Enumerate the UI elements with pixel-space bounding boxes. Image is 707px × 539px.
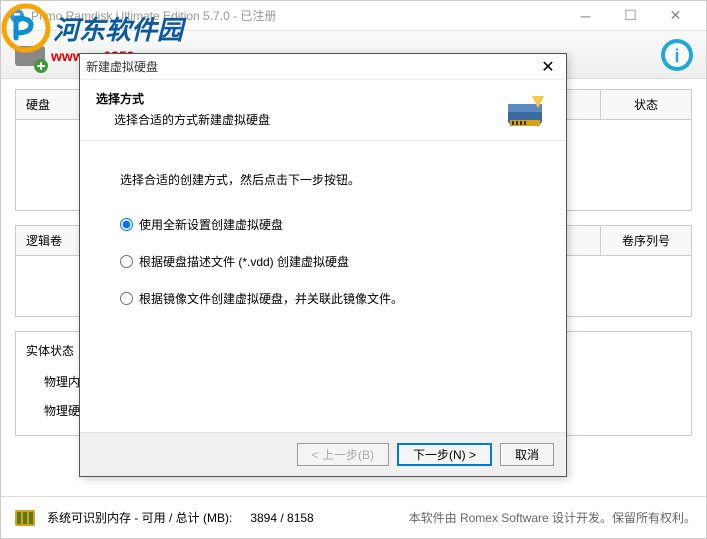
dialog-body: 选择合适的创建方式，然后点击下一步按钮。 使用全新设置创建虚拟硬盘 根据硬盘描述… [80,140,566,432]
close-button[interactable]: ✕ [653,2,698,30]
radio-option-2[interactable]: 根据硬盘描述文件 (*.vdd) 创建虚拟硬盘 [120,253,526,270]
radio-option-1[interactable]: 使用全新设置创建虚拟硬盘 [120,216,526,233]
radio-input-1[interactable] [120,218,133,231]
radio-label-3: 根据镜像文件创建虚拟硬盘，并关联此镜像文件。 [139,290,403,307]
dialog-title: 新建虚拟硬盘 [86,58,536,75]
next-button[interactable]: 下一步(N) > [397,443,492,466]
radio-option-3[interactable]: 根据镜像文件创建虚拟硬盘，并关联此镜像文件。 [120,290,526,307]
maximize-button[interactable]: ☐ [608,2,653,30]
col-status-label: 状态 [601,90,691,119]
add-disk-icon[interactable] [9,34,51,76]
statusbar: 系统可识别内存 - 可用 / 总计 (MB): 3894 / 8158 本软件由… [1,496,706,538]
info-icon[interactable]: i [656,34,698,76]
col-serial-label: 卷序列号 [601,226,691,255]
main-window: Primo Ramdisk Ultimate Edition 5.7.0 - 已… [0,0,707,539]
radio-input-2[interactable] [120,255,133,268]
dialog-footer: < 上一步(B) 下一步(N) > 取消 [80,432,566,476]
mem-label: 系统可识别内存 - 可用 / 总计 (MB): [47,509,232,526]
dialog-instruction: 选择合适的创建方式，然后点击下一步按钮。 [120,171,526,188]
disk-wizard-icon [502,90,550,130]
app-icon [9,8,25,24]
dialog-header-title: 选择方式 [96,90,502,107]
cancel-button[interactable]: 取消 [500,443,554,466]
minimize-button[interactable]: ─ [563,2,608,30]
dialog-header: 选择方式 选择合适的方式新建虚拟硬盘 [80,80,566,140]
window-title: Primo Ramdisk Ultimate Edition 5.7.0 - 已… [31,7,563,24]
radio-label-1: 使用全新设置创建虚拟硬盘 [139,216,283,233]
dialog-close-icon[interactable]: ✕ [536,57,560,77]
memory-icon [11,504,39,532]
copyright-text: 本软件由 Romex Software 设计开发。保留所有权利。 [409,509,696,526]
new-disk-dialog: 新建虚拟硬盘 ✕ 选择方式 选择合适的方式新建虚拟硬盘 选择合适的创建方式，然后… [79,53,567,477]
back-button: < 上一步(B) [297,443,389,466]
dialog-titlebar: 新建虚拟硬盘 ✕ [80,54,566,80]
svg-text:i: i [674,46,679,66]
dialog-header-sub: 选择合适的方式新建虚拟硬盘 [96,111,502,128]
titlebar: Primo Ramdisk Ultimate Edition 5.7.0 - 已… [1,1,706,31]
radio-label-2: 根据硬盘描述文件 (*.vdd) 创建虚拟硬盘 [139,253,349,270]
radio-input-3[interactable] [120,292,133,305]
mem-value: 3894 / 8158 [250,511,313,525]
